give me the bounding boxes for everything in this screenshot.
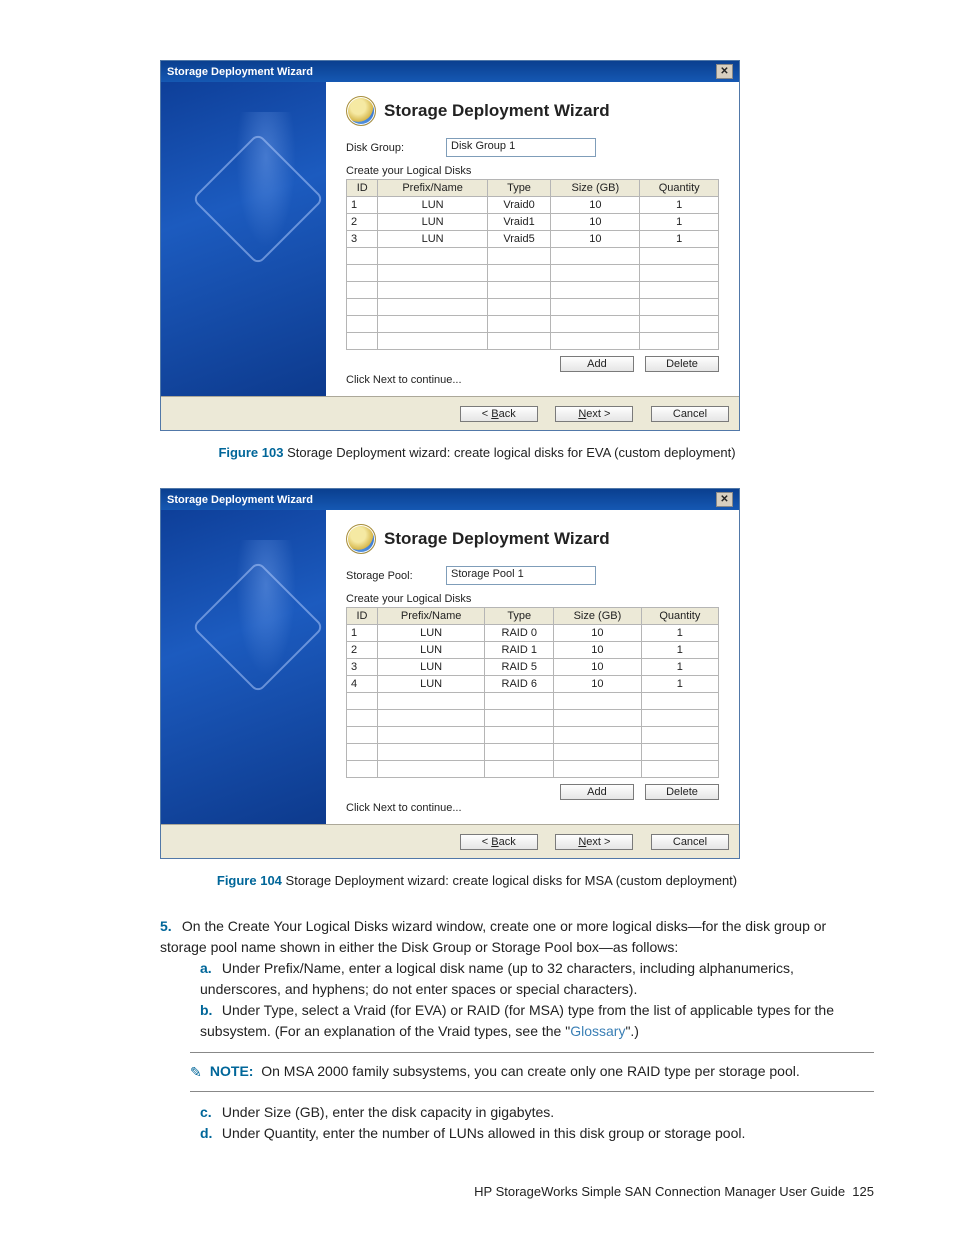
substep-c-num: c.: [200, 1102, 218, 1123]
disk-group-input[interactable]: Disk Group 1: [446, 138, 596, 157]
table-row-empty[interactable]: [347, 248, 719, 265]
step-5-text: On the Create Your Logical Disks wizard …: [160, 918, 826, 955]
wizard-dialog-2: Storage Deployment Wizard ✕ Storage Depl…: [160, 488, 740, 859]
table-row[interactable]: 1LUNRAID 0101: [347, 625, 719, 642]
note-icon: ✎: [190, 1064, 206, 1081]
glossary-link[interactable]: Glossary: [570, 1023, 625, 1039]
col-size[interactable]: Size (GB): [554, 608, 642, 625]
next-button[interactable]: Next >: [555, 834, 633, 850]
wizard-icon: [346, 96, 376, 126]
delete-button[interactable]: Delete: [645, 356, 719, 372]
substep-b-num: b.: [200, 1000, 218, 1021]
table-row-empty[interactable]: [347, 744, 719, 761]
wizard-heading: Storage Deployment Wizard: [346, 524, 719, 554]
substep-a-text: Under Prefix/Name, enter a logical disk …: [200, 960, 794, 997]
substep-d-text: Under Quantity, enter the number of LUNs…: [222, 1125, 745, 1141]
col-type[interactable]: Type: [485, 608, 554, 625]
create-disks-label: Create your Logical Disks: [346, 165, 719, 177]
titlebar: Storage Deployment Wizard ✕: [161, 489, 739, 510]
cancel-button[interactable]: Cancel: [651, 406, 729, 422]
table-row[interactable]: 2LUNVraid1101: [347, 214, 719, 231]
table-row[interactable]: 3LUNRAID 5101: [347, 659, 719, 676]
logical-disks-table[interactable]: ID Prefix/Name Type Size (GB) Quantity 1…: [346, 607, 719, 778]
add-button[interactable]: Add: [560, 356, 634, 372]
add-button[interactable]: Add: [560, 784, 634, 800]
substep-d-num: d.: [200, 1123, 218, 1144]
close-icon[interactable]: ✕: [716, 64, 733, 79]
table-row[interactable]: 4LUNRAID 6101: [347, 676, 719, 693]
table-row-empty[interactable]: [347, 727, 719, 744]
wizard-dialog-1: Storage Deployment Wizard ✕ Storage Depl…: [160, 60, 740, 431]
table-row-empty[interactable]: [347, 265, 719, 282]
col-type[interactable]: Type: [487, 180, 551, 197]
substep-c-text: Under Size (GB), enter the disk capacity…: [222, 1104, 554, 1120]
step-number: 5.: [160, 916, 178, 937]
continue-hint: Click Next to continue...: [346, 802, 719, 814]
substep-a-num: a.: [200, 958, 218, 979]
col-id[interactable]: ID: [347, 608, 378, 625]
table-row-empty[interactable]: [347, 282, 719, 299]
logical-disks-table[interactable]: ID Prefix/Name Type Size (GB) Quantity 1…: [346, 179, 719, 350]
back-button[interactable]: < Back: [460, 834, 538, 850]
col-id[interactable]: ID: [347, 180, 378, 197]
table-row-empty[interactable]: [347, 761, 719, 778]
window-title: Storage Deployment Wizard: [167, 494, 313, 506]
wizard-icon: [346, 524, 376, 554]
wizard-sidebar-image: [161, 82, 326, 396]
table-row-empty[interactable]: [347, 299, 719, 316]
window-title: Storage Deployment Wizard: [167, 66, 313, 78]
substep-b-text: Under Type, select a Vraid (for EVA) or …: [200, 1002, 834, 1039]
table-row[interactable]: 1LUNVraid0101: [347, 197, 719, 214]
wizard-heading: Storage Deployment Wizard: [346, 96, 719, 126]
back-button[interactable]: < Back: [460, 406, 538, 422]
storage-pool-label: Storage Pool:: [346, 570, 446, 582]
note-block: ✎ NOTE: On MSA 2000 family subsystems, y…: [190, 1052, 874, 1092]
disk-group-label: Disk Group:: [346, 142, 446, 154]
col-qty[interactable]: Quantity: [641, 608, 718, 625]
delete-button[interactable]: Delete: [645, 784, 719, 800]
table-row-empty[interactable]: [347, 333, 719, 350]
table-row-empty[interactable]: [347, 316, 719, 333]
col-prefix[interactable]: Prefix/Name: [377, 608, 484, 625]
table-row-empty[interactable]: [347, 710, 719, 727]
col-qty[interactable]: Quantity: [640, 180, 719, 197]
table-row-empty[interactable]: [347, 693, 719, 710]
cancel-button[interactable]: Cancel: [651, 834, 729, 850]
instruction-step-5: 5. On the Create Your Logical Disks wiza…: [160, 916, 874, 1042]
note-text: On MSA 2000 family subsystems, you can c…: [261, 1063, 800, 1079]
page-footer: HP StorageWorks Simple SAN Connection Ma…: [80, 1184, 874, 1199]
create-disks-label: Create your Logical Disks: [346, 593, 719, 605]
note-label: NOTE:: [210, 1063, 254, 1079]
continue-hint: Click Next to continue...: [346, 374, 719, 386]
table-row[interactable]: 3LUNVraid5101: [347, 231, 719, 248]
figure-103-caption: Figure 103 Storage Deployment wizard: cr…: [80, 445, 874, 460]
close-icon[interactable]: ✕: [716, 492, 733, 507]
col-prefix[interactable]: Prefix/Name: [378, 180, 487, 197]
storage-pool-input[interactable]: Storage Pool 1: [446, 566, 596, 585]
next-button[interactable]: Next >: [555, 406, 633, 422]
table-row[interactable]: 2LUNRAID 1101: [347, 642, 719, 659]
figure-104-caption: Figure 104 Storage Deployment wizard: cr…: [80, 873, 874, 888]
wizard-sidebar-image: [161, 510, 326, 824]
titlebar: Storage Deployment Wizard ✕: [161, 61, 739, 82]
col-size[interactable]: Size (GB): [551, 180, 640, 197]
